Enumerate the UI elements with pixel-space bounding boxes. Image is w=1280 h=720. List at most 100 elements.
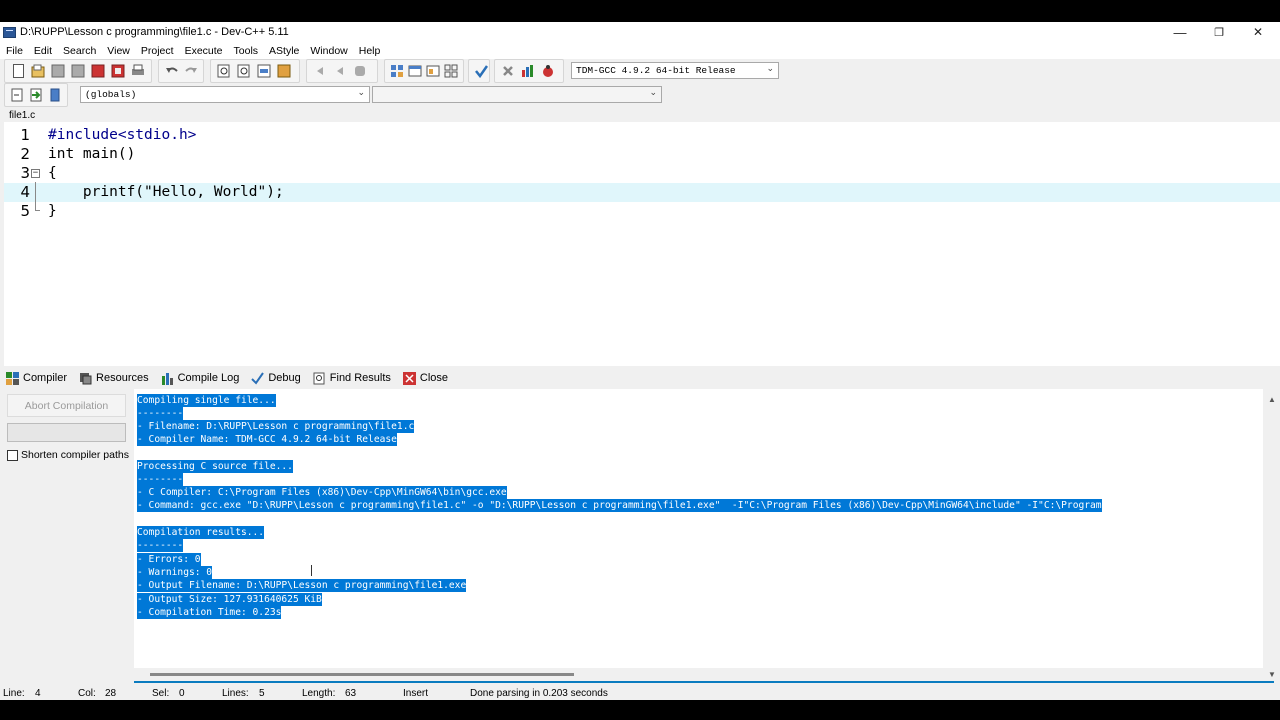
log-line: -------- (137, 407, 184, 420)
menu-file[interactable]: File (0, 45, 28, 57)
menu-project[interactable]: Project (135, 45, 179, 57)
minimize-button[interactable]: — (1160, 22, 1200, 42)
compiler-grid-icon (6, 371, 19, 385)
menu-execute[interactable]: Execute (179, 45, 228, 57)
log-line: - Filename: D:\RUPP\Lesson c programming… (137, 420, 415, 433)
code-text: int main() (48, 146, 136, 162)
scroll-up-icon[interactable]: ▲ (1268, 395, 1276, 404)
tab-compiler[interactable]: Compiler (0, 367, 73, 389)
log-line: Processing C source file... (137, 460, 293, 473)
member-select[interactable]: ⌄ (372, 86, 662, 103)
ibeam-cursor-icon (311, 565, 315, 576)
status-bar: Line: 4 Col: 28 Sel: 0 Lines: 5 Length: … (0, 685, 1280, 700)
log-line: -------- (137, 473, 184, 486)
menu-tools[interactable]: Tools (228, 45, 264, 57)
compiler-select-value: TDM-GCC 4.9.2 64-bit Release (576, 65, 736, 76)
unindent-icon[interactable] (312, 63, 328, 79)
status-line-value: 4 (35, 688, 41, 699)
indent-group (306, 59, 378, 83)
fold-collapse-icon[interactable]: − (31, 169, 40, 178)
print-icon[interactable] (130, 63, 146, 79)
tab-compile-log[interactable]: Compile Log (155, 367, 246, 389)
restore-button[interactable]: ❐ (1199, 22, 1239, 42)
bar-chart-icon (161, 372, 174, 385)
indent-icon[interactable] (332, 63, 348, 79)
compile-group (494, 59, 564, 83)
toggle-bookmark-icon[interactable] (47, 87, 62, 103)
log-vertical-scrollbar[interactable]: ▲ ▼ (1263, 389, 1280, 685)
insert-icon[interactable] (10, 87, 25, 103)
compile-controls: Abort Compilation Shorten compiler paths (0, 389, 134, 685)
checkbox-box[interactable] (7, 449, 18, 461)
menu-help[interactable]: Help (353, 45, 386, 57)
log-line: -------- (137, 539, 184, 552)
resources-icon (79, 372, 92, 385)
editor-tab-file1[interactable]: file1.c (0, 107, 50, 122)
abort-compilation-button[interactable]: Abort Compilation (7, 394, 126, 417)
undo-icon[interactable] (164, 63, 179, 79)
line-number: 2 (20, 145, 30, 163)
scroll-thumb[interactable] (150, 673, 574, 676)
scope-select-value: (globals) (85, 89, 137, 100)
shorten-paths-checkbox[interactable]: Shorten compiler paths (7, 449, 129, 461)
tab-resources[interactable]: Resources (73, 367, 155, 389)
redo-icon[interactable] (183, 63, 198, 79)
project-options-icon[interactable] (426, 63, 440, 79)
close-file-icon[interactable] (90, 63, 106, 79)
code-editor[interactable]: 1 #include<stdio.h> 2 int main() 3 − { 4… (4, 122, 1280, 366)
code-text: #include<stdio.h> (48, 127, 197, 143)
menu-window[interactable]: Window (304, 45, 352, 57)
tab-close[interactable]: Close (397, 367, 454, 389)
goto-bookmark-icon[interactable] (29, 87, 44, 103)
new-window-icon[interactable] (408, 63, 422, 79)
save-all-icon[interactable] (70, 63, 86, 79)
toggle-comment-icon[interactable] (352, 63, 368, 79)
status-length-value: 63 (345, 688, 357, 699)
log-line: - C Compiler: C:\Program Files (x86)\Dev… (137, 486, 507, 499)
scroll-down-icon[interactable]: ▼ (1268, 670, 1276, 679)
status-lines-label: Lines: (222, 688, 249, 699)
checkbox-label: Shorten compiler paths (21, 449, 129, 461)
secondary-toolbar: (globals) ⌄ ⌄ (0, 83, 1280, 107)
goto-line-icon[interactable] (256, 63, 272, 79)
class-browser-icon[interactable] (390, 63, 404, 79)
menu-astyle[interactable]: AStyle (263, 45, 304, 57)
log-line: Compilation results... (137, 526, 265, 539)
line-number: 3 (20, 164, 30, 182)
tab-label: Close (419, 372, 449, 384)
bottom-panel-tabs: Compiler Resources Compile Log Debug Fin… (0, 367, 1280, 389)
open-file-icon[interactable] (30, 63, 46, 79)
grid-icon[interactable] (444, 63, 458, 79)
replace-icon[interactable] (236, 63, 252, 79)
title-bar: D:\RUPP\Lesson c programming\file1.c - D… (0, 22, 1280, 42)
log-line: - Compilation Time: 0.23s (137, 606, 282, 619)
menu-view[interactable]: View (101, 45, 135, 57)
compiler-select[interactable]: TDM-GCC 4.9.2 64-bit Release ⌄ (571, 62, 779, 79)
log-line: - Warnings: 0 (137, 566, 213, 579)
status-sel-value: 0 (179, 688, 185, 699)
tab-label: Compile Log (177, 372, 240, 384)
compile-log-output[interactable]: Compiling single file... -------- - File… (134, 389, 1263, 685)
scope-select[interactable]: (globals) ⌄ (80, 86, 370, 103)
save-icon[interactable] (50, 63, 66, 79)
menu-edit[interactable]: Edit (28, 45, 57, 57)
tab-debug[interactable]: Debug (245, 367, 306, 389)
status-col-value: 28 (105, 688, 117, 699)
code-line-3: 3 − { (4, 164, 1280, 183)
close-all-icon[interactable] (110, 63, 126, 79)
tab-find-results[interactable]: Find Results (307, 367, 397, 389)
find-icon[interactable] (216, 63, 232, 79)
main-toolbar: TDM-GCC 4.9.2 64-bit Release ⌄ (0, 59, 1280, 83)
debug-bug-icon[interactable] (540, 63, 556, 79)
new-file-icon[interactable] (10, 63, 26, 79)
syntax-check-icon[interactable] (474, 63, 488, 79)
profile-chart-icon[interactable] (520, 63, 536, 79)
checkmark-icon (251, 371, 265, 385)
stop-icon[interactable] (500, 63, 516, 79)
log-line: - Output Size: 127.931640625 KiB (137, 593, 322, 606)
panel-divider (134, 681, 1274, 683)
fullscreen-icon[interactable] (276, 63, 292, 79)
devcpp-app-icon (3, 26, 16, 38)
menu-search[interactable]: Search (57, 45, 101, 57)
close-window-button[interactable]: ✕ (1238, 22, 1278, 42)
